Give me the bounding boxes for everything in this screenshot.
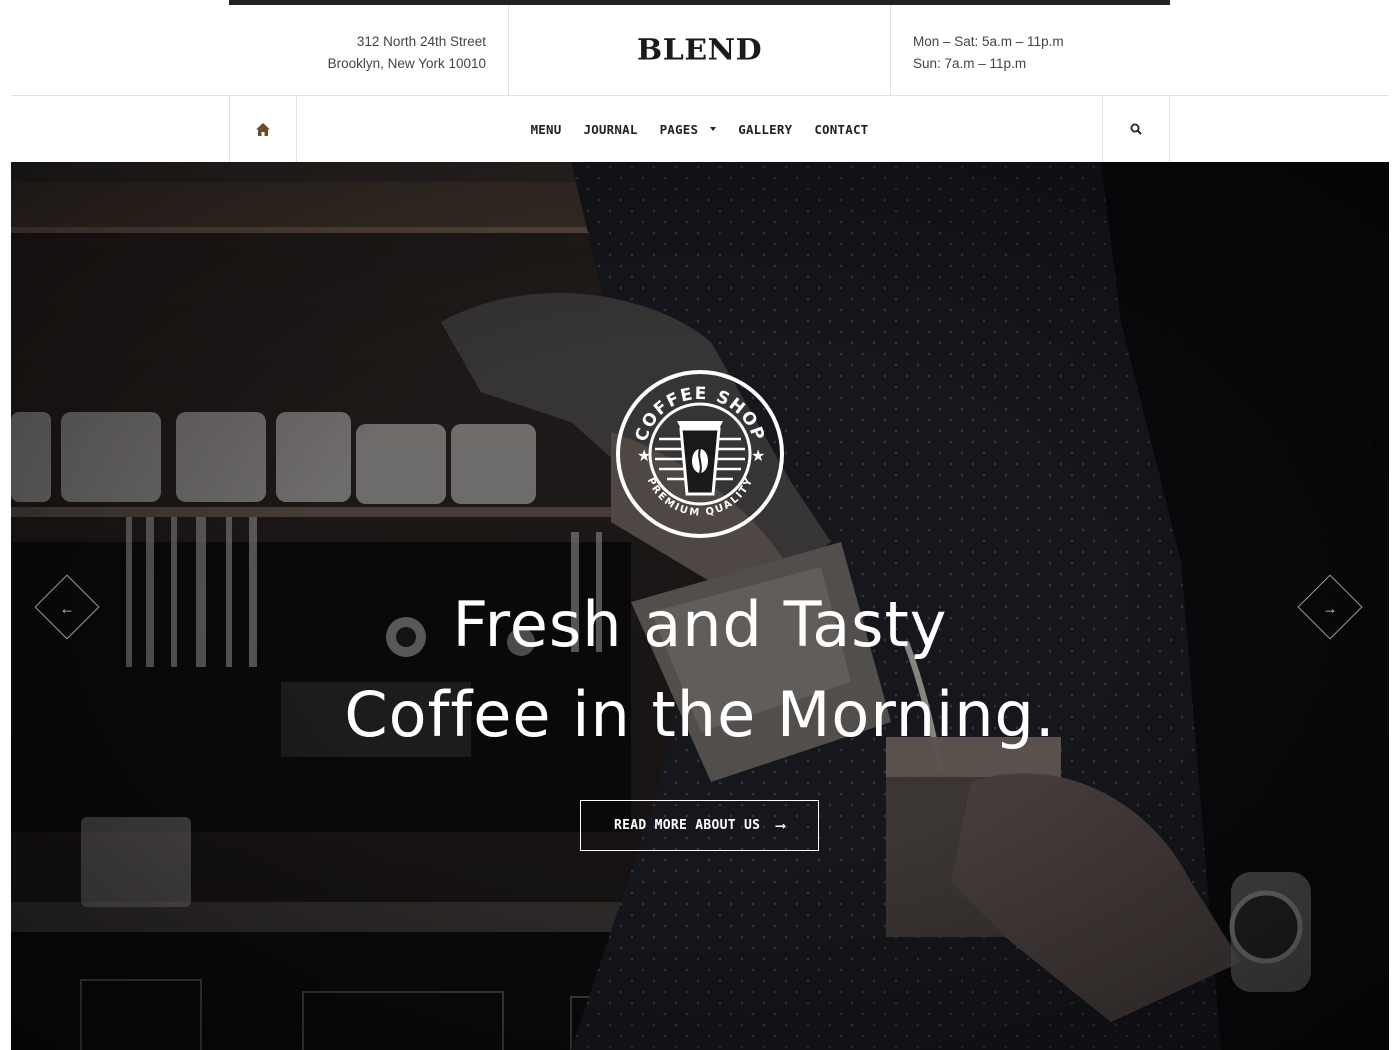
nav-item-gallery[interactable]: GALLERY <box>727 122 803 137</box>
hours-line-1: Mon – Sat: 5a.m – 11p.m <box>913 34 1064 49</box>
read-more-button[interactable]: READ MORE ABOUT US ⟶ <box>580 800 819 851</box>
address-line-1: 312 North 24th Street <box>356 34 486 49</box>
site-header: 312 North 24th Street Brooklyn, New York… <box>229 5 1170 95</box>
cta-label: READ MORE ABOUT US <box>613 818 761 833</box>
nav-item-label: MENU <box>530 121 562 137</box>
nav-item-pages[interactable]: PAGES <box>649 122 728 137</box>
nav-item-label: GALLERY <box>738 121 793 137</box>
long-arrow-right-icon: ⟶ <box>776 817 785 834</box>
nav-item-label: CONTACT <box>814 121 869 137</box>
home-button[interactable] <box>230 96 297 162</box>
main-navigation: MENU JOURNAL PAGES GALLERY CONTACT <box>229 96 1170 162</box>
site-logo[interactable]: BLEND <box>637 33 762 66</box>
nav-item-label: PAGES <box>659 121 699 137</box>
address-line-2: Brooklyn, New York 10010 <box>327 56 486 71</box>
search-button[interactable] <box>1102 96 1169 162</box>
arrow-right-icon: → <box>1322 599 1338 617</box>
arrow-left-icon: ← <box>59 599 75 617</box>
nav-item-contact[interactable]: CONTACT <box>803 122 879 137</box>
hero-slider: COFFEE SHOP PREMIUM QUALITY ★ ★ Fresh an… <box>11 162 1389 1050</box>
hero-headline: Fresh and Tasty Coffee in the Morning. <box>11 580 1389 760</box>
hours-block: Mon – Sat: 5a.m – 11p.m Sun: 7a.m – 11p.… <box>891 5 1170 95</box>
star-icon: ★ <box>637 446 651 465</box>
coffee-shop-badge: COFFEE SHOP PREMIUM QUALITY ★ ★ <box>616 370 784 538</box>
nav-item-menu[interactable]: MENU <box>520 122 573 137</box>
nav-item-label: JOURNAL <box>583 121 638 137</box>
nav-menu: MENU JOURNAL PAGES GALLERY CONTACT <box>297 96 1102 162</box>
headline-line-1: Fresh and Tasty <box>452 588 948 661</box>
nav-item-journal[interactable]: JOURNAL <box>572 122 648 137</box>
address-block: 312 North 24th Street Brooklyn, New York… <box>229 5 509 95</box>
search-icon <box>1130 123 1142 135</box>
headline-line-2: Coffee in the Morning. <box>344 678 1056 751</box>
hours-line-2: Sun: 7a.m – 11p.m <box>913 56 1027 71</box>
home-icon <box>256 122 270 136</box>
chevron-down-icon <box>710 127 717 131</box>
star-icon: ★ <box>751 446 765 465</box>
logo-container[interactable]: BLEND <box>509 5 891 95</box>
